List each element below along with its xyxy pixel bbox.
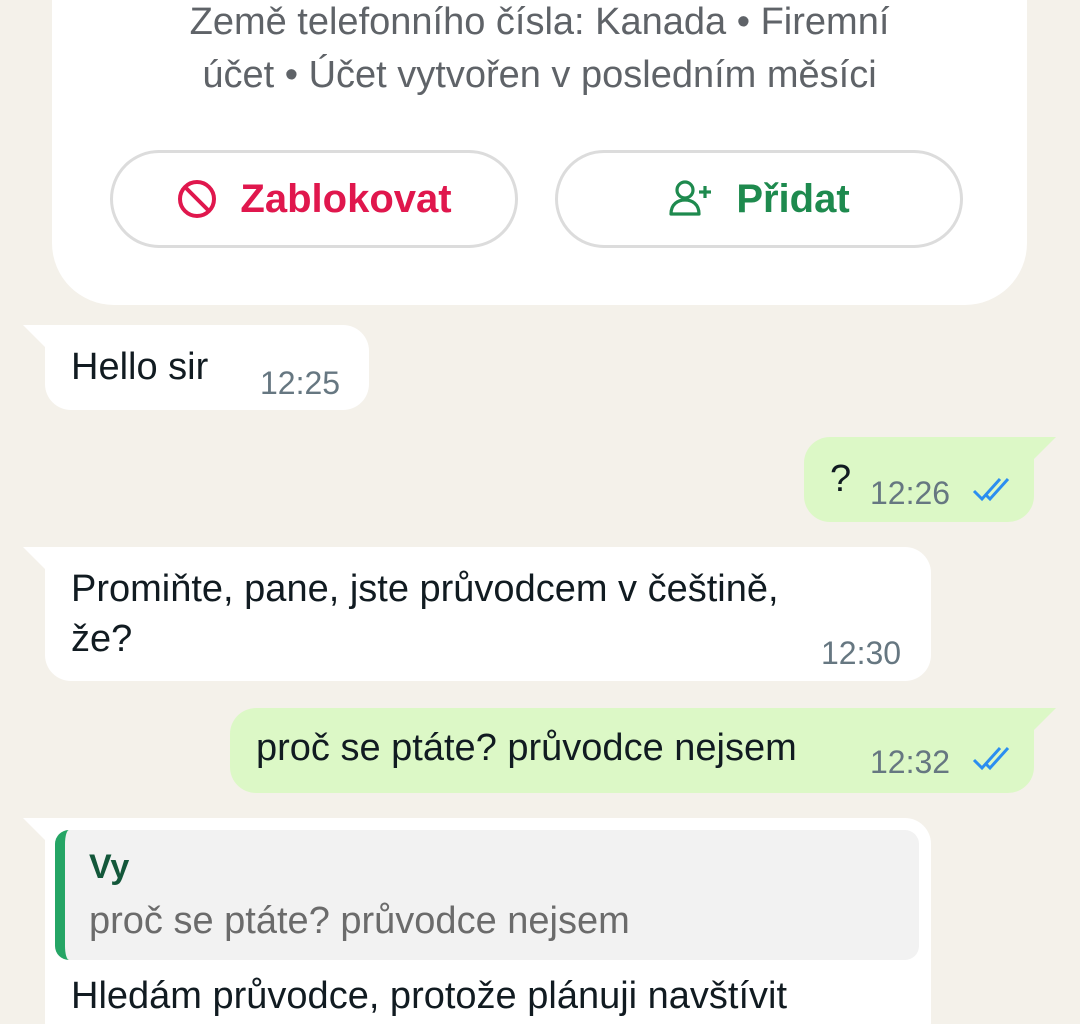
block-button-label: Zablokovat [240, 176, 452, 221]
block-icon [176, 178, 218, 220]
message-text: ? [830, 458, 852, 500]
contact-info-card: Země telefonního čísla: Kanada • Firemní… [52, 0, 1027, 305]
contact-info-line-2: účet • Účet vytvořen v posledním měsíci [202, 54, 877, 96]
quoted-message[interactable]: Vy proč se ptáte? průvodce nejsem [55, 830, 919, 960]
read-ticks-icon [972, 475, 1016, 510]
message-text: proč se ptáte? průvodce nejsem [256, 727, 797, 769]
message-time: 12:32 [870, 744, 951, 780]
message-time: 12:26 [870, 475, 951, 511]
message-bubble[interactable]: Promiňte, pane, jste průvodcem v češtině… [23, 547, 931, 681]
message-text: Hello sir [71, 346, 209, 388]
add-user-icon [668, 179, 714, 219]
contact-info-text: Země telefonního čísla: Kanada • Firemní… [52, 0, 1027, 102]
add-contact-button[interactable]: Přidat [555, 150, 963, 248]
message-bubble[interactable]: ? 12:26 [804, 437, 1056, 522]
read-ticks-icon [972, 744, 1016, 779]
contact-info-line-1: Země telefonního čísla: Kanada • Firemní [189, 1, 890, 43]
quoted-author: Vy [89, 848, 130, 886]
chat-screen: Země telefonního čísla: Kanada • Firemní… [0, 0, 1080, 1024]
message-bubble[interactable]: Hello sir 12:25 [23, 325, 369, 410]
quoted-text: proč se ptáte? průvodce nejsem [89, 900, 630, 942]
message-text: Hledám průvodce, protože plánuji navštív… [71, 975, 788, 1017]
add-button-label: Přidat [736, 176, 850, 221]
block-button[interactable]: Zablokovat [110, 150, 518, 248]
message-time: 12:30 [821, 635, 902, 671]
message-bubble[interactable]: Vy proč se ptáte? průvodce nejsem Hledám… [23, 818, 931, 1024]
message-time: 12:25 [260, 365, 341, 401]
message-text-line-2: že? [71, 618, 133, 660]
message-text-line-1: Promiňte, pane, jste průvodcem v češtině… [71, 568, 779, 610]
message-bubble[interactable]: proč se ptáte? průvodce nejsem 12:32 [230, 708, 1056, 793]
